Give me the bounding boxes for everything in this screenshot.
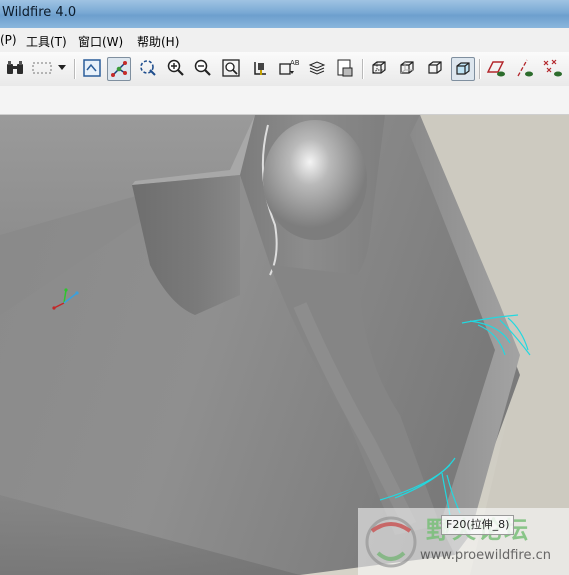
layers-icon[interactable] bbox=[305, 56, 329, 80]
toolbar-separator bbox=[74, 59, 76, 79]
toolbar: AB bbox=[0, 52, 569, 87]
find-icon[interactable] bbox=[3, 56, 27, 80]
window-title: Wildfire 4.0 bbox=[2, 5, 77, 20]
feature-tooltip: F20(拉伸_8) bbox=[441, 515, 515, 535]
shading-icon[interactable] bbox=[451, 57, 475, 81]
datum-planes-icon[interactable] bbox=[485, 56, 509, 80]
reorient-icon[interactable] bbox=[248, 56, 272, 80]
secondary-toolbar bbox=[0, 86, 569, 115]
datum-axes-icon[interactable] bbox=[513, 56, 537, 80]
repaint-icon[interactable] bbox=[80, 56, 104, 80]
svg-text:AB: AB bbox=[290, 59, 300, 67]
menu-item-tools[interactable]: 工具(T) bbox=[26, 33, 67, 50]
forum-logo-icon bbox=[365, 516, 417, 568]
dropdown-arrow-icon[interactable] bbox=[56, 56, 68, 80]
orient-mode-icon[interactable] bbox=[136, 56, 160, 80]
wireframe-icon[interactable] bbox=[367, 56, 391, 80]
menu-bar: (P) 工具(T) 窗口(W) 帮助(H) bbox=[0, 28, 569, 53]
menu-item-help[interactable]: 帮助(H) bbox=[137, 33, 179, 50]
refit-icon[interactable] bbox=[219, 56, 243, 80]
select-box-icon[interactable] bbox=[30, 56, 54, 80]
toolbar-separator bbox=[362, 59, 364, 79]
watermark-url: www.proewildfire.cn bbox=[420, 548, 551, 563]
menu-item-window[interactable]: 窗口(W) bbox=[78, 33, 123, 50]
menu-item-p[interactable]: (P) bbox=[0, 33, 17, 47]
model-viewport[interactable] bbox=[0, 115, 569, 575]
zoom-out-icon[interactable] bbox=[191, 56, 215, 80]
toolbar-separator bbox=[479, 59, 481, 79]
zoom-in-icon[interactable] bbox=[164, 56, 188, 80]
view-manager-icon[interactable] bbox=[333, 56, 357, 80]
datum-points-icon[interactable] bbox=[541, 56, 565, 80]
saved-views-icon[interactable]: AB bbox=[277, 56, 301, 80]
model-render bbox=[0, 115, 569, 575]
title-bar: Wildfire 4.0 bbox=[0, 0, 569, 29]
hidden-line-icon[interactable] bbox=[395, 56, 419, 80]
no-hidden-icon[interactable] bbox=[423, 56, 447, 80]
spin-center-icon[interactable] bbox=[107, 57, 131, 81]
